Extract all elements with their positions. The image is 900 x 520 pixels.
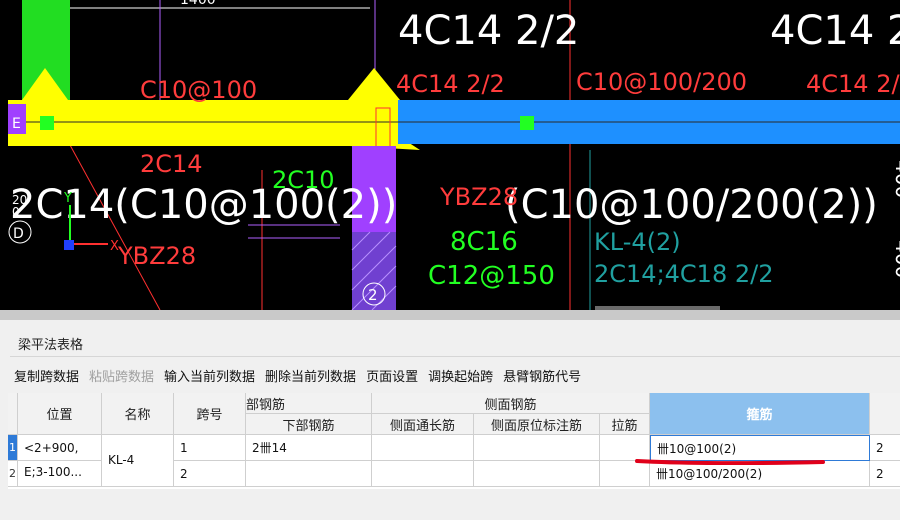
cell-bottom-rebar-1[interactable]: 2卌14 [246, 435, 372, 461]
top-reinforcement-big: 4C14 2/2 [398, 8, 579, 54]
grip-point[interactable] [40, 116, 54, 130]
header-name[interactable]: 名称 [102, 393, 174, 435]
cell-bottom-rebar-2[interactable] [246, 461, 372, 487]
cell-extra-2[interactable]: 2 [870, 461, 900, 487]
header-position[interactable]: 位置 [18, 393, 102, 435]
axis-e-label: E [12, 116, 21, 132]
beam-table-panel: 梁平法表格 复制跨数据 粘贴跨数据 输入当前列数据 删除当前列数据 页面设置 调… [0, 320, 900, 520]
page-setup-button[interactable]: 页面设置 [366, 366, 418, 386]
cantilever-code-button[interactable]: 悬臂钢筋代号 [503, 366, 581, 386]
stirrup-mid-label: C10@100/200 [576, 68, 747, 96]
column-id-right: YBZ28 [439, 183, 518, 211]
toolbar: 复制跨数据 粘贴跨数据 输入当前列数据 删除当前列数据 页面设置 调换起始跨 悬… [14, 366, 581, 386]
column-bar-label: 2C10 [272, 166, 335, 194]
cell-tie-1[interactable] [600, 435, 650, 461]
stirrup-left-label: C10@100 [140, 76, 257, 104]
beam-spec-label: 2C14;4C18 2/2 [594, 260, 773, 288]
cell-span-1[interactable]: 1 [174, 435, 246, 461]
cell-side-orig-1[interactable] [474, 435, 600, 461]
right-dim-1: 400 [891, 160, 900, 198]
delete-column-button[interactable]: 删除当前列数据 [265, 366, 356, 386]
mini-label: 0 [12, 205, 20, 219]
bottom-bar-label: 2C14 [140, 150, 203, 178]
corner-cell [8, 393, 18, 435]
splitter[interactable] [0, 310, 900, 320]
support-triangle [348, 68, 400, 100]
header-side-group[interactable]: 侧面钢筋 [372, 393, 650, 414]
top-left-dim: 1400 [180, 0, 216, 8]
header-side-long[interactable]: 侧面通长筋 [372, 414, 474, 435]
beam-grid: 位置 名称 跨号 部钢筋 侧面钢筋 箍筋 下部钢筋 侧面通长筋 侧面原位标注筋 … [8, 393, 900, 489]
column-id-left: YBZ28 [117, 242, 196, 270]
cell-side-orig-2[interactable] [474, 461, 600, 487]
column-vertical-bar: 8C16 [450, 227, 518, 257]
cell-span-2[interactable]: 2 [174, 461, 246, 487]
cell-side-long-1[interactable] [372, 435, 474, 461]
top-bar-label-2: 4C14 2/2 [806, 70, 900, 98]
swap-start-span-button[interactable]: 调换起始跨 [428, 366, 493, 386]
cad-canvas[interactable]: 1400 E 2 4C14 2/2 4C14 2 2C14(C10@100(2)… [0, 0, 900, 310]
grip-point[interactable] [520, 116, 534, 130]
stirrup-label-big-2: (C10@100/200(2)) [505, 182, 878, 228]
cell-position-2[interactable]: E;3-100... [18, 461, 102, 487]
header-extra[interactable] [870, 393, 900, 435]
panel-title: 梁平法表格 [18, 338, 84, 353]
row-number-2[interactable]: 2 [8, 461, 18, 487]
header-side-orig[interactable]: 侧面原位标注筋 [474, 414, 600, 435]
paste-span-button[interactable]: 粘贴跨数据 [89, 366, 154, 386]
cell-extra-1[interactable]: 2 [870, 435, 900, 461]
beam-name-label: KL-4(2) [594, 228, 681, 256]
ucs-origin [64, 240, 74, 250]
top-bar-label-1: 4C14 2/2 [396, 70, 505, 98]
cell-name-merged[interactable]: KL-4 [102, 435, 174, 487]
header-bottom-rebar[interactable]: 下部钢筋 [246, 414, 372, 435]
top-reinforcement-big-2: 4C14 2/ [770, 8, 900, 54]
right-dim-2: 400 [891, 240, 900, 278]
copy-span-button[interactable]: 复制跨数据 [14, 366, 79, 386]
header-bottom-group[interactable]: 部钢筋 [246, 393, 372, 414]
cell-side-long-2[interactable] [372, 461, 474, 487]
cell-stirrup-1[interactable]: 卌10@100(2) [650, 435, 870, 461]
axis-d-label: D [13, 226, 24, 242]
input-column-button[interactable]: 输入当前列数据 [164, 366, 255, 386]
row-number-1[interactable]: 1 [8, 435, 18, 461]
header-stirrup[interactable]: 箍筋 [650, 393, 870, 435]
cell-position-1[interactable]: <2+900, [18, 435, 102, 461]
header-span[interactable]: 跨号 [174, 393, 246, 435]
divider [10, 356, 900, 357]
cad-drawing[interactable]: 1400 E 2 4C14 2/2 4C14 2 2C14(C10@100(2)… [0, 0, 900, 310]
span-number: 2 [368, 286, 378, 304]
ucs-y-label: Y [63, 191, 72, 206]
ucs-x-label: X [110, 239, 119, 254]
header-tie[interactable]: 拉筋 [600, 414, 650, 435]
beam-yellow[interactable] [8, 100, 398, 146]
red-underline-annotation [635, 459, 825, 465]
column-stirrup: C12@150 [428, 261, 555, 291]
